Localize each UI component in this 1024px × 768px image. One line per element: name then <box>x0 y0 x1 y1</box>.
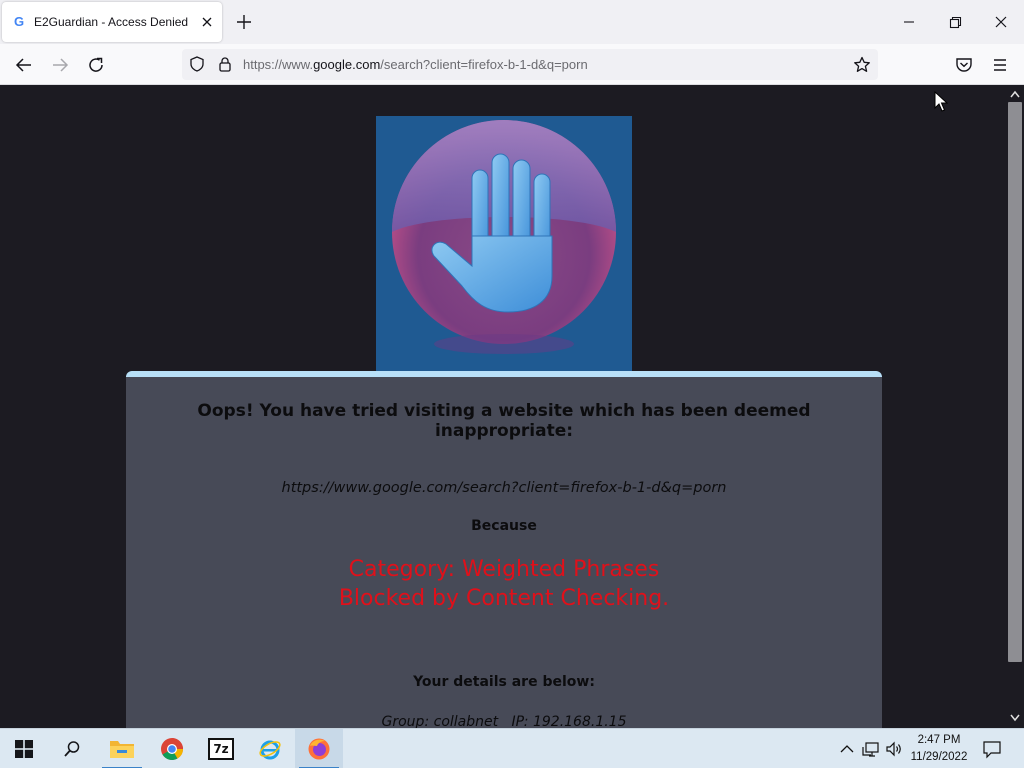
restore-icon[interactable] <box>940 8 970 36</box>
network-icon[interactable] <box>862 739 880 759</box>
taskbar-file-explorer[interactable] <box>98 729 146 768</box>
file-explorer-icon <box>110 741 134 758</box>
system-clock[interactable]: 2:47 PM 11/29/2022 <box>904 732 974 766</box>
lock-icon[interactable] <box>216 55 234 73</box>
search-icon <box>64 741 80 757</box>
taskbar-internet-explorer[interactable] <box>246 729 294 768</box>
block-category: Category: Weighted Phrases <box>348 557 660 582</box>
taskbar-chrome[interactable] <box>148 729 196 768</box>
bookmark-star-icon[interactable] <box>852 55 872 75</box>
taskbar: 7z 2:47 PM 11/29/2022 <box>0 728 1024 768</box>
address-bar[interactable]: https://www.google.com/search?client=fir… <box>182 49 878 80</box>
group-value: collabnet <box>433 714 499 728</box>
scrollbar-thumb[interactable] <box>1008 102 1022 662</box>
show-hidden-icons-chevron-icon[interactable] <box>838 739 856 759</box>
group-label: Group: <box>381 714 430 728</box>
taskbar-7zip[interactable]: 7z <box>197 729 245 768</box>
pocket-icon[interactable] <box>952 53 976 77</box>
page-title: Oops! You have tried visiting a website … <box>197 401 811 441</box>
chrome-icon <box>161 738 183 760</box>
taskbar-firefox[interactable] <box>295 729 343 768</box>
tab-active[interactable]: G E2Guardian - Access Denied <box>2 2 222 42</box>
stop-hand-icon <box>392 120 616 354</box>
notifications-icon[interactable] <box>982 739 1002 759</box>
new-tab-icon[interactable] <box>234 12 254 32</box>
scroll-down-icon[interactable] <box>1010 714 1020 722</box>
7zip-icon: 7z <box>208 738 234 760</box>
stop-hand-image <box>376 116 632 372</box>
back-icon[interactable] <box>12 53 36 77</box>
forward-icon[interactable] <box>48 53 72 77</box>
clock-time: 2:47 PM <box>917 734 961 746</box>
tracking-protection-shield-icon[interactable] <box>188 55 206 73</box>
scroll-up-icon[interactable] <box>1010 90 1020 98</box>
navigation-toolbar: https://www.google.com/search?client=fir… <box>0 44 1024 85</box>
vertical-scrollbar[interactable] <box>1006 86 1024 728</box>
minimize-icon[interactable] <box>894 8 924 36</box>
clock-date: 11/29/2022 <box>910 751 968 763</box>
google-favicon-icon: G <box>13 14 25 29</box>
tab-strip: G E2Guardian - Access Denied <box>0 0 1024 44</box>
because-label: Because <box>471 518 537 534</box>
page-content: Oops! You have tried visiting a website … <box>0 86 1006 728</box>
ip-label: IP: <box>511 714 529 728</box>
tab-title: E2Guardian - Access Denied <box>34 15 189 29</box>
start-button[interactable] <box>0 729 48 768</box>
access-denied-card: Oops! You have tried visiting a website … <box>126 371 882 728</box>
reload-icon[interactable] <box>84 53 108 77</box>
details-heading: Your details are below: <box>413 674 595 690</box>
mouse-cursor-icon <box>934 91 948 112</box>
firefox-icon <box>308 738 330 760</box>
user-details: Group: collabnet IP: 192.168.1.15 <box>126 714 882 728</box>
close-window-icon[interactable] <box>986 8 1016 36</box>
blocked-url: https://www.google.com/search?client=fir… <box>281 480 727 496</box>
url-text[interactable]: https://www.google.com/search?client=fir… <box>243 57 588 72</box>
ip-value: 192.168.1.15 <box>532 714 627 728</box>
tab-close-icon[interactable] <box>198 13 216 31</box>
internet-explorer-icon <box>259 740 281 760</box>
volume-icon[interactable] <box>885 739 903 759</box>
taskbar-search-button[interactable] <box>48 729 96 768</box>
hamburger-menu-icon[interactable] <box>988 53 1012 77</box>
start-icon <box>15 740 33 758</box>
block-reason: Blocked by Content Checking. <box>338 586 670 611</box>
